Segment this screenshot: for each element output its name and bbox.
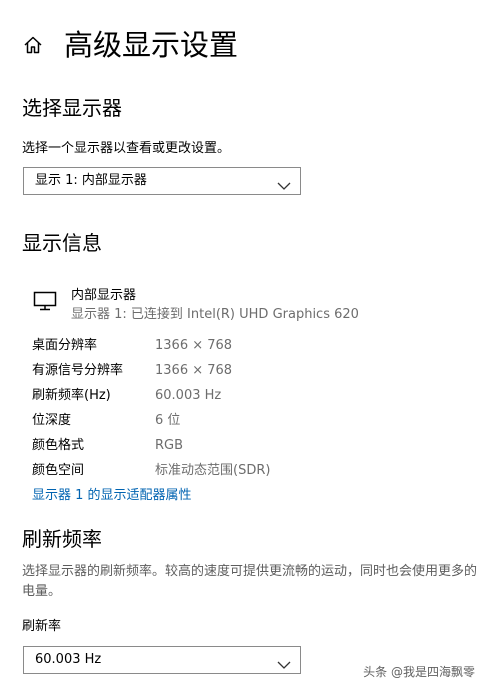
info-row-color-space: 颜色空间 标准动态范围(SDR) xyxy=(32,458,332,483)
display-connection-info: 显示器 1: 已连接到 Intel(R) UHD Graphics 620 xyxy=(71,307,359,322)
select-display-heading: 选择显示器 xyxy=(22,96,122,120)
display-select-value: 显示 1: 内部显示器 xyxy=(35,173,147,188)
info-key: 颜色空间 xyxy=(32,463,85,478)
select-display-description: 选择一个显示器以查看或更改设置。 xyxy=(22,141,231,156)
display-name: 内部显示器 xyxy=(71,288,137,303)
info-key: 桌面分辨率 xyxy=(32,338,98,353)
info-value: 1366 × 768 xyxy=(155,363,233,378)
info-value: 60.003 Hz xyxy=(155,388,222,403)
info-value: 6 位 xyxy=(155,413,181,428)
chevron-down-icon xyxy=(277,176,291,190)
refresh-rate-heading: 刷新频率 xyxy=(22,527,102,551)
info-key: 颜色格式 xyxy=(32,438,85,453)
monitor-icon xyxy=(33,291,57,311)
chevron-down-icon xyxy=(277,655,291,669)
info-value: RGB xyxy=(155,438,184,453)
info-key: 刷新频率(Hz) xyxy=(32,388,111,403)
refresh-rate-label: 刷新率 xyxy=(22,619,62,634)
info-row-desktop-resolution: 桌面分辨率 1366 × 768 xyxy=(32,333,332,358)
display-select-dropdown[interactable]: 显示 1: 内部显示器 xyxy=(23,167,301,195)
info-value: 1366 × 768 xyxy=(155,338,233,353)
info-key: 有源信号分辨率 xyxy=(32,363,124,378)
info-row-active-signal-resolution: 有源信号分辨率 1366 × 768 xyxy=(32,358,332,383)
refresh-rate-dropdown[interactable]: 60.003 Hz xyxy=(23,646,301,674)
refresh-rate-value: 60.003 Hz xyxy=(35,652,102,667)
info-row-color-format: 颜色格式 RGB xyxy=(32,433,332,458)
info-key: 位深度 xyxy=(32,413,72,428)
display-info-heading: 显示信息 xyxy=(22,231,102,255)
home-icon[interactable] xyxy=(22,34,44,56)
info-row-refresh-rate: 刷新频率(Hz) 60.003 Hz xyxy=(32,383,332,408)
info-row-bit-depth: 位深度 6 位 xyxy=(32,408,332,433)
watermark: 头条 @我是四海飘零 xyxy=(363,665,475,679)
page-title: 高级显示设置 xyxy=(64,28,239,62)
refresh-rate-description: 选择显示器的刷新频率。较高的速度可提供更流畅的运动，同时也会使用更多的电量。 xyxy=(22,564,478,599)
display-adapter-properties-link[interactable]: 显示器 1 的显示适配器属性 xyxy=(32,485,192,507)
info-value: 标准动态范围(SDR) xyxy=(155,463,271,478)
